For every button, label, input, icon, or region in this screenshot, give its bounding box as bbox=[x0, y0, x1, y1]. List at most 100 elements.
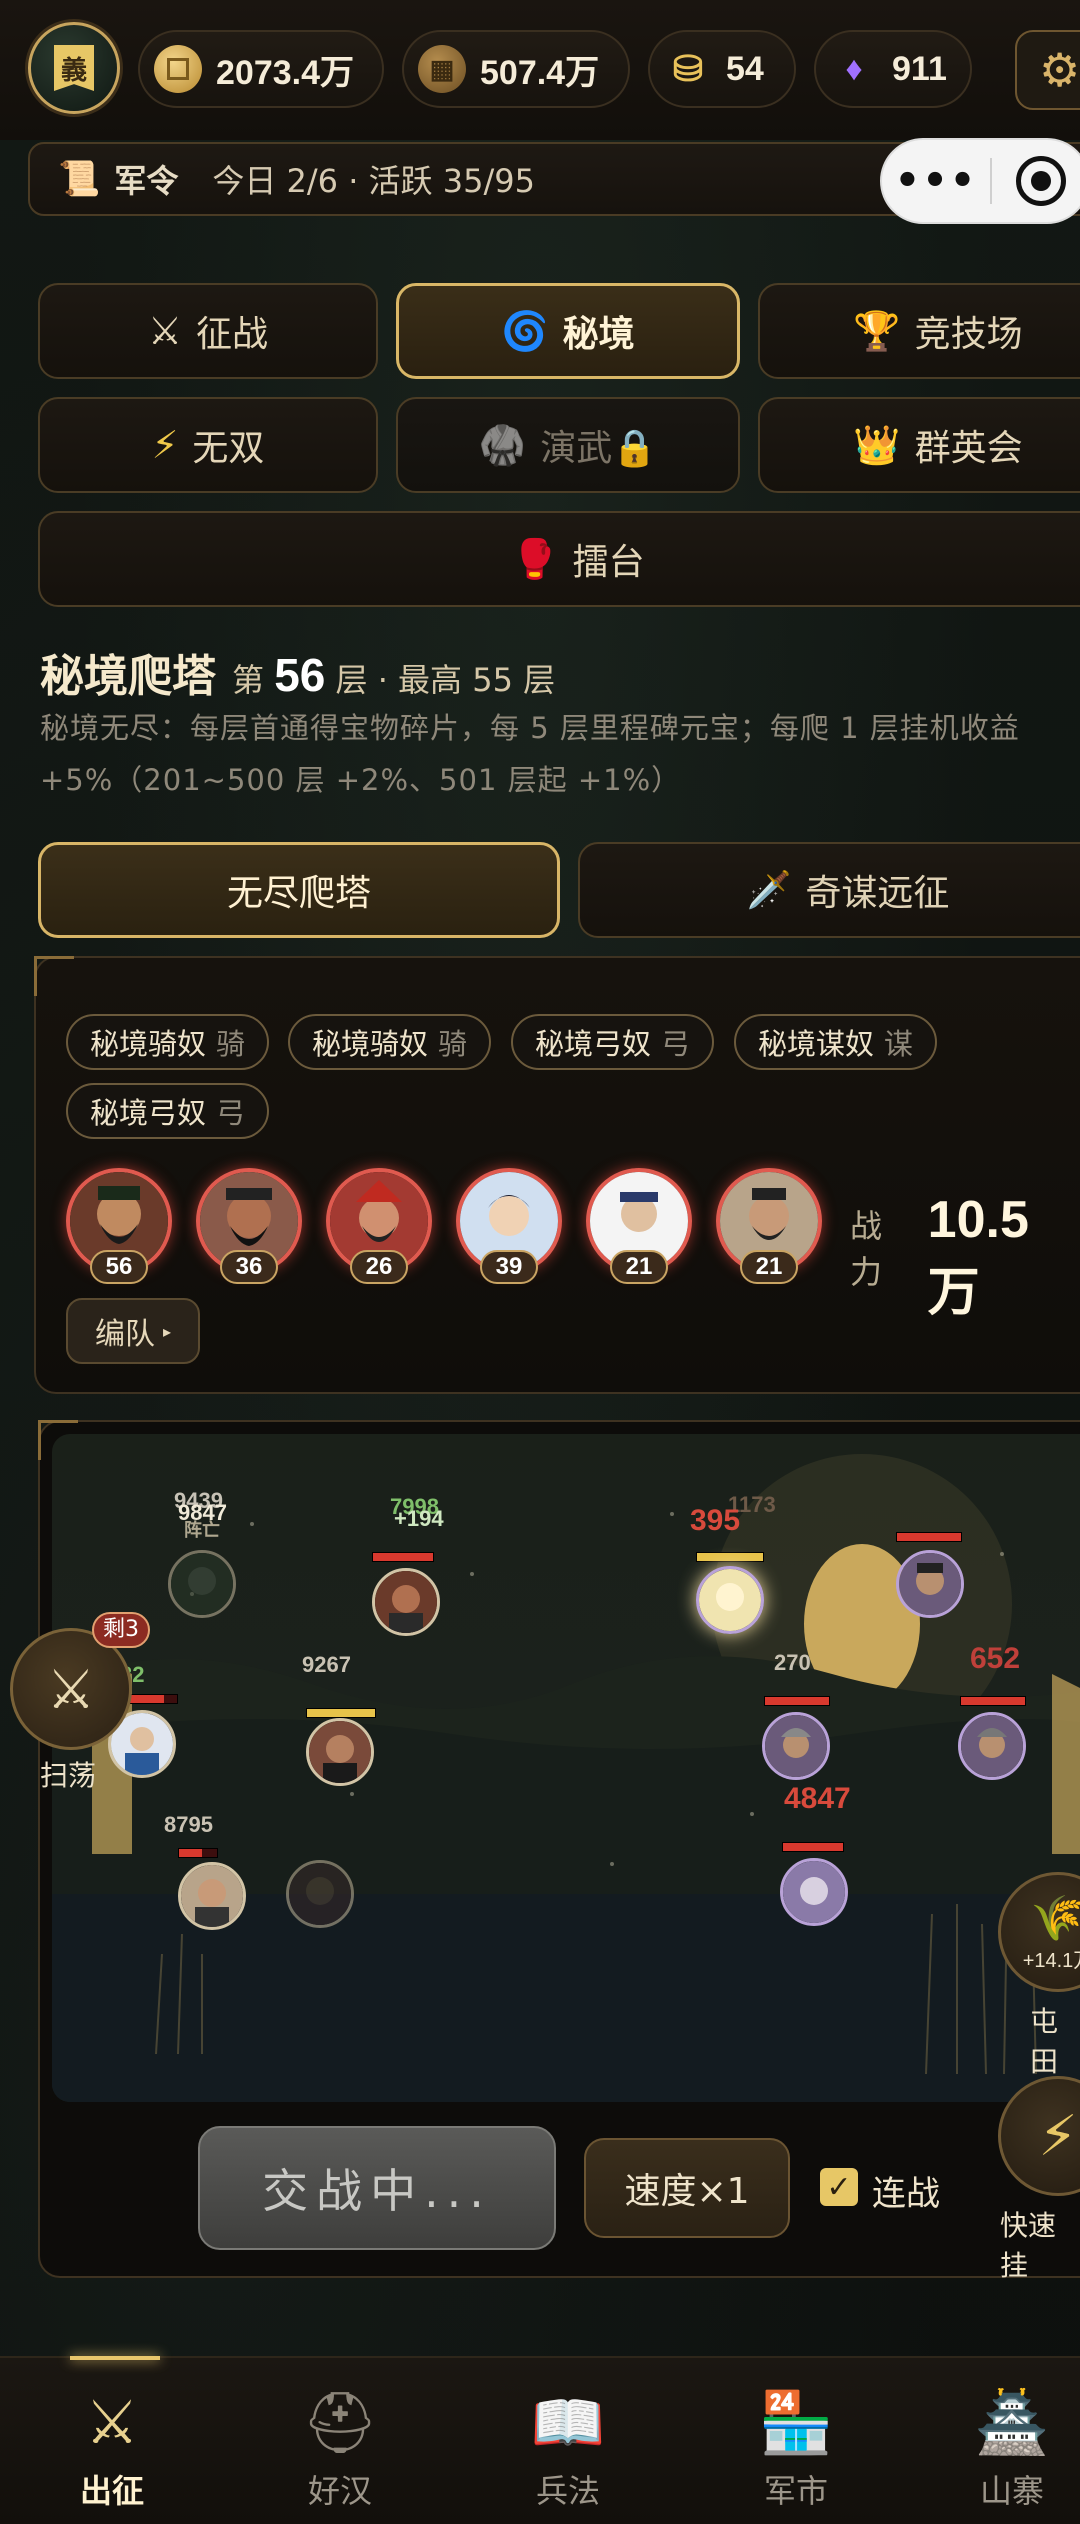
hero-level: 21 bbox=[740, 1250, 798, 1284]
mode-drill-button[interactable]: 🥋 演武🔒 bbox=[396, 397, 740, 493]
tab-endless-tower[interactable]: 无尽爬塔 bbox=[38, 842, 560, 938]
sweep-remaining-badge: 剩3 bbox=[92, 1612, 150, 1648]
enemy-class: 弓 bbox=[661, 1027, 691, 1061]
tab-label: 奇谋远征 bbox=[805, 873, 950, 914]
crossed-swords-icon: ⚔ bbox=[46, 1657, 96, 1721]
enemy-name: 秘境弓奴 bbox=[535, 1027, 652, 1061]
hp-bar bbox=[960, 1696, 1026, 1706]
lightning-icon: ⚡ bbox=[1038, 2103, 1078, 2169]
quick-idle-label: 快速挂 bbox=[1000, 2209, 1057, 2282]
fighting-status-button[interactable]: 交战中... bbox=[198, 2126, 556, 2250]
nav-item-market[interactable]: 🏪 军市 bbox=[716, 2388, 876, 2518]
grain-resource[interactable]: ▦ 507.4万 bbox=[402, 30, 630, 108]
coin-resource[interactable]: 2073.4万 bbox=[138, 30, 384, 108]
hero-portrait[interactable]: 21 bbox=[716, 1168, 822, 1284]
mode-label: 无双 bbox=[192, 428, 265, 469]
enemy-chip: 秘境骑奴骑 bbox=[288, 1014, 492, 1070]
mode-label: 秘境 bbox=[562, 314, 635, 355]
hero-level: 56 bbox=[90, 1250, 148, 1284]
ally-unit bbox=[286, 1860, 354, 1928]
fortress-icon: 🏯 bbox=[974, 2388, 1050, 2458]
nav-label: 兵法 bbox=[535, 2472, 600, 2510]
floor-number: 56 bbox=[274, 649, 326, 701]
enemy-unit bbox=[896, 1550, 964, 1618]
flag-icon: 義 bbox=[54, 45, 94, 91]
hero-portrait[interactable]: 26 bbox=[326, 1168, 432, 1284]
mode-peerless-button[interactable]: ⚡ 无双 bbox=[38, 397, 378, 493]
enemy-name: 秘境谋奴 bbox=[758, 1027, 875, 1061]
close-miniprogram-icon[interactable] bbox=[1016, 156, 1066, 206]
hp-bar bbox=[896, 1532, 962, 1542]
hp-bar bbox=[178, 1848, 218, 1858]
tower-header: 秘境爬塔 第 56 层 · 最高 55 层 bbox=[40, 640, 555, 704]
enemy-class: 谋 bbox=[884, 1027, 914, 1061]
active-tab-indicator bbox=[70, 2356, 160, 2360]
more-icon[interactable]: ••• bbox=[882, 158, 990, 204]
command-title: 军令 bbox=[114, 162, 179, 200]
ingot-resource[interactable]: ⛁ 54 bbox=[648, 30, 796, 108]
status-text: 阵亡 bbox=[184, 1520, 220, 1540]
sword-icon: ⚔ bbox=[147, 309, 183, 353]
nav-label: 好汉 bbox=[307, 2472, 372, 2510]
faction-emblem[interactable]: 義 bbox=[28, 22, 120, 114]
enemy-unit bbox=[780, 1858, 848, 1926]
hero-portrait[interactable]: 56 bbox=[66, 1168, 172, 1284]
hp-bar bbox=[782, 1842, 844, 1852]
grain-value: 507.4万 bbox=[480, 53, 600, 92]
hero-level: 36 bbox=[220, 1250, 278, 1284]
nav-item-tactics[interactable]: 📖 兵法 bbox=[488, 2388, 648, 2518]
hero-portrait[interactable]: 39 bbox=[456, 1168, 562, 1284]
hp-bar bbox=[764, 1696, 830, 1706]
mode-ring-button[interactable]: 🥊 擂台 bbox=[38, 511, 1080, 607]
power-label: 战力 bbox=[850, 1207, 883, 1291]
enemy-class: 骑 bbox=[216, 1027, 246, 1061]
hero-portrait[interactable]: 36 bbox=[196, 1168, 302, 1284]
ally-unit bbox=[372, 1568, 440, 1636]
floor-suffix: 层 · 最高 55 层 bbox=[335, 661, 556, 699]
dagger-icon: 🗡️ bbox=[746, 870, 792, 911]
nav-label: 军市 bbox=[763, 2472, 828, 2510]
power-value: 10.5万 bbox=[927, 1191, 1029, 1322]
enemy-class: 弓 bbox=[216, 1096, 246, 1130]
bottom-nav: ⚔ 出征 ⛑ 好汉 📖 兵法 🏪 军市 🏯 山寨 bbox=[0, 2356, 1080, 2524]
nav-item-heroes[interactable]: ⛑ 好汉 bbox=[260, 2388, 420, 2518]
mode-arena-button[interactable]: 🏆 竞技场 bbox=[758, 283, 1080, 379]
tab-strategy-expedition[interactable]: 🗡️ 奇谋远征 bbox=[578, 842, 1080, 938]
mode-label: 征战 bbox=[196, 314, 269, 355]
enemy-chip: 秘境弓奴弓 bbox=[511, 1014, 715, 1070]
mode-label: 群英会 bbox=[914, 428, 1023, 469]
chain-battle-checkbox[interactable]: ✓ bbox=[820, 2168, 858, 2206]
ally-unit bbox=[168, 1550, 236, 1618]
resource-bar: 義 2073.4万 ▦ 507.4万 ⛁ 54 ♦ 911 ⚙ bbox=[0, 0, 1080, 140]
enemy-unit bbox=[762, 1712, 830, 1780]
hero-level: 26 bbox=[350, 1250, 408, 1284]
ingot-icon: ⛁ bbox=[672, 48, 704, 89]
boxing-glove-icon: 🥊 bbox=[511, 536, 559, 581]
mode-campaign-button[interactable]: ⚔ 征战 bbox=[38, 283, 378, 379]
combat-power: 战力 10.5万 bbox=[850, 1190, 1080, 1325]
tower-floor: 第 56 层 · 最高 55 层 bbox=[232, 648, 555, 702]
market-icon: 🏪 bbox=[758, 2388, 834, 2458]
mode-heroes-gathering-button[interactable]: 👑 群英会 bbox=[758, 397, 1080, 493]
enemy-unit bbox=[958, 1712, 1026, 1780]
enemy-name: 秘境骑奴 bbox=[90, 1027, 207, 1061]
enemy-chip: 秘境谋奴谋 bbox=[734, 1014, 938, 1070]
tower-description: 秘境无尽：每层首通得宝物碎片，每 5 层里程碑元宝；每爬 1 层挂机收益 +5%… bbox=[40, 711, 1020, 797]
martial-arts-icon: 🥋 bbox=[478, 422, 527, 467]
sweep-label: 扫荡 bbox=[40, 1759, 97, 1792]
formation-button[interactable]: 编队 ▸ bbox=[66, 1298, 200, 1364]
enemy-unit bbox=[696, 1566, 764, 1634]
corner-ornament bbox=[34, 956, 74, 996]
enemy-class: 骑 bbox=[438, 1027, 468, 1061]
damage-number: 9267 bbox=[302, 1652, 351, 1677]
nav-item-fortress[interactable]: 🏯 山寨 bbox=[944, 2388, 1080, 2518]
gear-icon[interactable]: ⚙ bbox=[1015, 30, 1080, 110]
coin-value: 2073.4万 bbox=[216, 53, 354, 92]
mode-label: 竞技场 bbox=[914, 314, 1023, 355]
gem-resource[interactable]: ♦ 911 bbox=[814, 30, 972, 108]
hero-portrait[interactable]: 21 bbox=[586, 1168, 692, 1284]
farm-value: +14.1万 bbox=[1022, 1949, 1080, 1972]
mode-secret-realm-button[interactable]: 🌀 秘境 bbox=[396, 283, 740, 379]
nav-item-campaign[interactable]: ⚔ 出征 bbox=[32, 2388, 192, 2518]
speed-button[interactable]: 速度×1 bbox=[584, 2138, 790, 2238]
